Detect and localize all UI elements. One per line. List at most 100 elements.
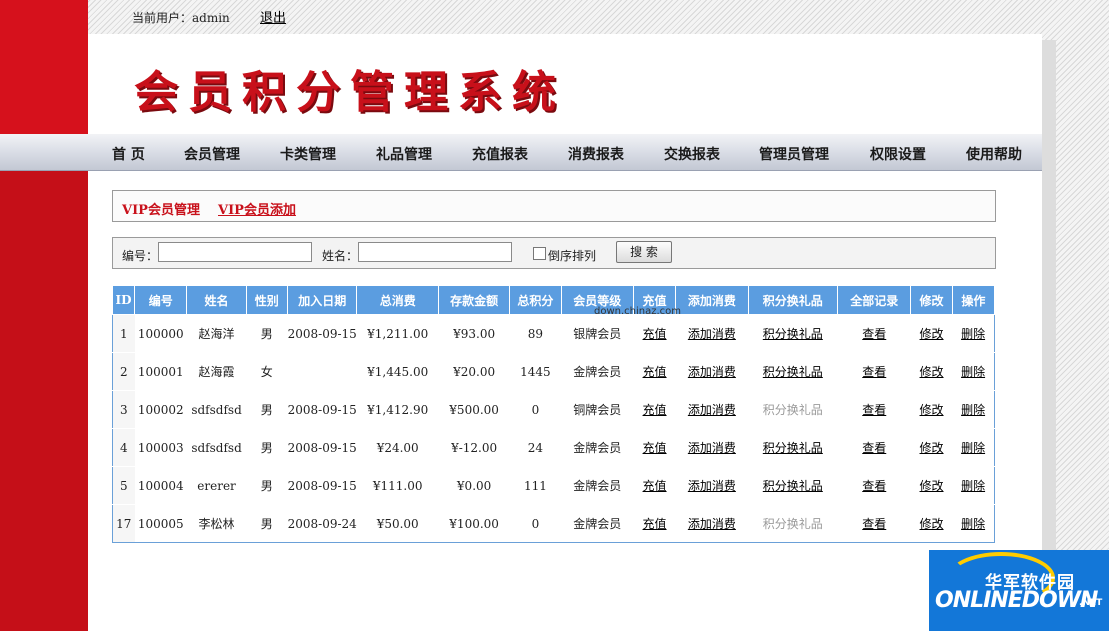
edit-link[interactable]: 修改: [920, 479, 944, 493]
table-row: 4 100003 sdfsdfsd 男 2008-09-15 ¥24.00 ¥-12.00 2…: [112, 428, 995, 467]
add-consumption-link[interactable]: 添加消费: [688, 479, 736, 493]
add-consumption-link[interactable]: 添加消费: [688, 441, 736, 455]
col-header-points: 总积分: [509, 285, 562, 315]
recharge-link[interactable]: 充值: [643, 441, 667, 455]
cell-name: sdfsdfsd: [191, 440, 242, 455]
table-cell: 0: [509, 504, 562, 543]
nav-recharge-report[interactable]: 充值报表: [472, 144, 528, 164]
nav-permission-settings[interactable]: 权限设置: [870, 144, 926, 164]
left-red-band-lower: [0, 170, 88, 631]
table-cell: 积分换礼品: [748, 314, 838, 353]
cell-total-consumption: ¥50.00: [376, 516, 419, 531]
main-nav: 首 页 会员管理 卡类管理 礼品管理 充值报表 消费报表 交换报表 管理员管理 …: [88, 134, 1042, 171]
nav-card-type-management[interactable]: 卡类管理: [280, 144, 336, 164]
recharge-link[interactable]: 充值: [643, 517, 667, 531]
cell-total-consumption: ¥24.00: [376, 440, 419, 455]
col-header-id: ID: [111, 285, 136, 315]
table-row: 5 100004 ererer 男 2008-09-15 ¥111.00 ¥0.00 111 金…: [112, 466, 995, 505]
table-cell: 2008-09-15: [287, 466, 357, 505]
nav-help[interactable]: 使用帮助: [966, 144, 1022, 164]
table-cell: 赵海洋: [186, 314, 247, 353]
nav-exchange-report[interactable]: 交换报表: [664, 144, 720, 164]
table-cell: 删除: [952, 314, 995, 353]
add-consumption-link[interactable]: 添加消费: [688, 517, 736, 531]
col-header-edit: 修改: [910, 285, 953, 315]
delete-link[interactable]: 删除: [961, 517, 985, 531]
view-records-link[interactable]: 查看: [862, 327, 886, 341]
table-cell: 删除: [952, 466, 995, 505]
table-cell: 金牌会员: [561, 352, 634, 391]
delete-link[interactable]: 删除: [961, 479, 985, 493]
gift-exchange-link[interactable]: 积分换礼品: [763, 327, 823, 341]
cell-level: 银牌会员: [573, 327, 622, 341]
add-consumption-link[interactable]: 添加消费: [688, 403, 736, 417]
cell-sex: 女: [260, 365, 273, 379]
id-search-input[interactable]: [158, 242, 312, 262]
nav-consumption-report[interactable]: 消费报表: [568, 144, 624, 164]
cell-deposit: ¥20.00: [453, 364, 496, 379]
tab-vip-management[interactable]: VIP会员管理: [122, 199, 200, 218]
edit-link[interactable]: 修改: [920, 441, 944, 455]
table-cell: 金牌会员: [561, 504, 634, 543]
add-consumption-link[interactable]: 添加消费: [688, 365, 736, 379]
cell-points: 89: [527, 326, 544, 341]
cell-total-consumption: ¥111.00: [372, 478, 423, 493]
view-records-link[interactable]: 查看: [862, 365, 886, 379]
table-cell: 查看: [837, 428, 911, 467]
table-cell: 添加消费: [675, 352, 749, 391]
table-cell: 100002: [134, 390, 187, 429]
col-header-all-records: 全部记录: [837, 285, 912, 315]
view-records-link[interactable]: 查看: [862, 517, 886, 531]
cell-points: 0: [531, 402, 540, 417]
delete-link[interactable]: 删除: [961, 365, 985, 379]
nav-home[interactable]: 首 页: [112, 144, 145, 164]
table-cell: 充值: [633, 390, 676, 429]
gift-exchange-link[interactable]: 积分换礼品: [763, 479, 823, 493]
gift-exchange-link[interactable]: 积分换礼品: [763, 441, 823, 455]
view-records-link[interactable]: 查看: [862, 403, 886, 417]
gift-exchange-link[interactable]: 积分换礼品: [763, 365, 823, 379]
table-cell: ¥0.00: [438, 466, 510, 505]
recharge-link[interactable]: 充值: [643, 365, 667, 379]
view-records-link[interactable]: 查看: [862, 441, 886, 455]
delete-link[interactable]: 删除: [961, 403, 985, 417]
delete-link[interactable]: 删除: [961, 327, 985, 341]
table-cell: 铜牌会员: [561, 390, 634, 429]
cell-sex: 男: [260, 517, 273, 531]
add-consumption-link[interactable]: 添加消费: [688, 327, 736, 341]
table-row: 3 100002 sdfsdfsd 男 2008-09-15 ¥1,412.90 ¥500.…: [112, 390, 995, 429]
recharge-link[interactable]: 充值: [643, 327, 667, 341]
table-cell: 删除: [952, 504, 995, 543]
table-cell: 17: [112, 504, 135, 543]
recharge-link[interactable]: 充值: [643, 479, 667, 493]
tab-vip-add[interactable]: VIP会员添加: [218, 199, 296, 218]
name-search-input[interactable]: [358, 242, 512, 262]
table-cell: ¥24.00: [356, 428, 439, 467]
table-cell: 添加消费: [675, 504, 749, 543]
edit-link[interactable]: 修改: [920, 403, 944, 417]
col-header-number: 编号: [134, 285, 188, 315]
nav-gift-management[interactable]: 礼品管理: [376, 144, 432, 164]
edit-link[interactable]: 修改: [920, 327, 944, 341]
search-button[interactable]: 搜 索: [616, 241, 672, 263]
delete-link[interactable]: 删除: [961, 441, 985, 455]
system-logo-title: 会员积分管理系统: [134, 67, 566, 118]
cell-total-consumption: ¥1,445.00: [367, 364, 429, 379]
view-records-link[interactable]: 查看: [862, 479, 886, 493]
logout-link[interactable]: 退出: [260, 7, 286, 26]
reverse-order-checkbox[interactable]: [533, 247, 546, 260]
cell-id: 1: [119, 326, 128, 341]
table-cell: 111: [509, 466, 562, 505]
table-cell: 89: [509, 314, 562, 353]
nav-member-management[interactable]: 会员管理: [184, 144, 240, 164]
table-cell: 男: [246, 314, 288, 353]
edit-link[interactable]: 修改: [920, 517, 944, 531]
id-label: 编号：: [122, 249, 159, 263]
edit-link[interactable]: 修改: [920, 365, 944, 379]
gift-exchange-link: 积分换礼品: [762, 517, 823, 531]
recharge-link[interactable]: 充值: [643, 403, 667, 417]
nav-admin-management[interactable]: 管理员管理: [759, 144, 829, 164]
cell-level: 金牌会员: [573, 365, 622, 379]
cell-number: 100003: [137, 440, 184, 455]
table-cell: 添加消费: [675, 390, 749, 429]
